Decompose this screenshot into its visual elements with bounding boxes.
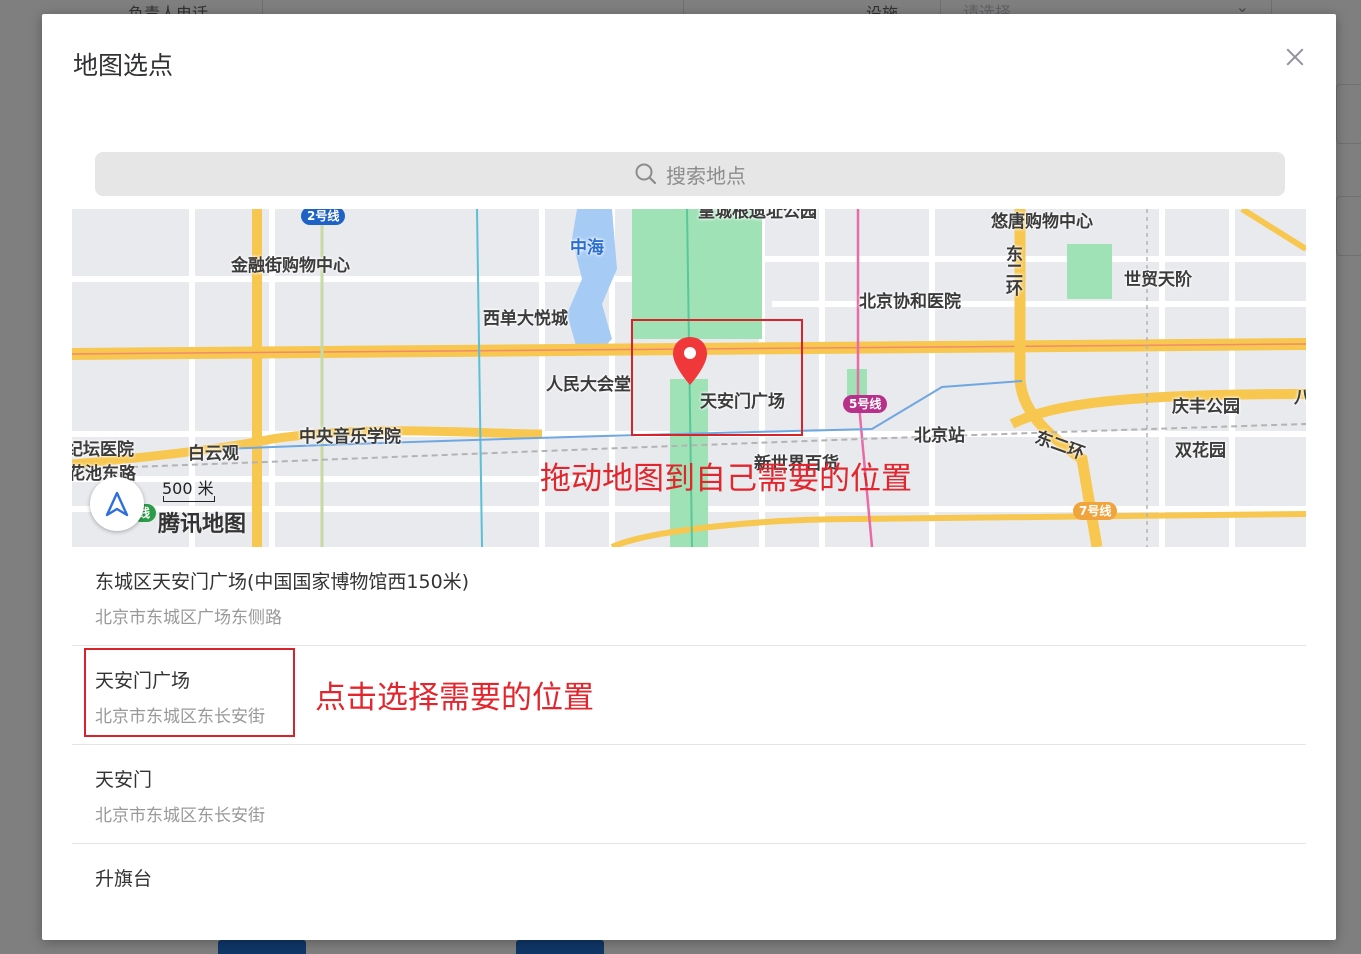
search-input[interactable]: 搜索地点	[95, 152, 1285, 196]
poi-label[interactable]: 人民大会堂	[546, 370, 631, 395]
poi-label[interactable]: 北京站	[914, 421, 965, 446]
result-name: 天安门	[95, 769, 153, 791]
result-list: 东城区天安门广场(中国国家博物馆西150米) 北京市东城区广场东侧路 天安门广场…	[72, 547, 1306, 940]
locate-button[interactable]	[90, 477, 144, 531]
result-name: 升旗台	[95, 868, 153, 890]
result-address: 北京市东城区广场东侧路	[95, 608, 282, 628]
poi-label[interactable]: 中央音乐学院	[299, 422, 401, 447]
road-label: 东二环	[1002, 245, 1022, 296]
result-highlight-box	[84, 648, 295, 737]
result-annotation-text: 点击选择需要的位置	[315, 680, 594, 716]
poi-label[interactable]: 中海	[570, 233, 604, 258]
result-name: 东城区天安门广场(中国国家博物馆西150米)	[95, 571, 470, 593]
poi-label: 八	[1294, 388, 1306, 408]
poi-label[interactable]: 悠唐购物中心	[991, 209, 1093, 232]
map-annotation-text: 拖动地图到自己需要的位置	[540, 461, 912, 497]
scale-bar	[163, 496, 215, 502]
result-address: 北京市东城区东长安街	[95, 806, 265, 826]
poi-label[interactable]: 金融街购物中心	[231, 251, 350, 276]
pin-highlight-box	[631, 319, 803, 436]
poi-label[interactable]: 双花园	[1175, 436, 1226, 461]
search-placeholder: 搜索地点	[666, 163, 746, 188]
poi-label[interactable]: 世贸天阶	[1124, 265, 1192, 290]
poi-label[interactable]: 纪坛医院	[72, 435, 134, 460]
map-logo: 腾讯地图	[158, 512, 247, 537]
poi-label[interactable]: 皇城根遗址公园	[698, 209, 817, 222]
poi-label[interactable]: 北京协和医院	[859, 287, 961, 312]
dialog-title: 地图选点	[73, 51, 174, 80]
list-item[interactable]: 天安门 北京市东城区东长安街	[72, 745, 1306, 844]
locate-arrow-icon	[105, 491, 129, 517]
metro-line-badge: 2号线	[301, 209, 346, 225]
location-pin-icon	[673, 337, 707, 385]
poi-label[interactable]: 庆丰公园	[1172, 392, 1240, 417]
list-item[interactable]: 东城区天安门广场(中国国家博物馆西150米) 北京市东城区广场东侧路	[72, 547, 1306, 646]
map-picker-dialog: 地图选点 搜索地点 金融街购物中心 西单大悦城 中海 人民大会堂 天安门广场 中…	[42, 14, 1336, 940]
close-icon[interactable]	[1282, 44, 1308, 70]
poi-label[interactable]: 西单大悦城	[483, 304, 568, 329]
search-icon	[635, 163, 657, 185]
poi-label[interactable]: 白云观	[188, 439, 239, 464]
metro-line-badge: 7号线	[1073, 502, 1118, 520]
metro-line-badge: 5号线	[843, 395, 888, 413]
list-item[interactable]: 升旗台	[72, 844, 1306, 940]
map-canvas[interactable]: 金融街购物中心 西单大悦城 中海 人民大会堂 天安门广场 中央音乐学院 白云观 …	[72, 209, 1306, 547]
